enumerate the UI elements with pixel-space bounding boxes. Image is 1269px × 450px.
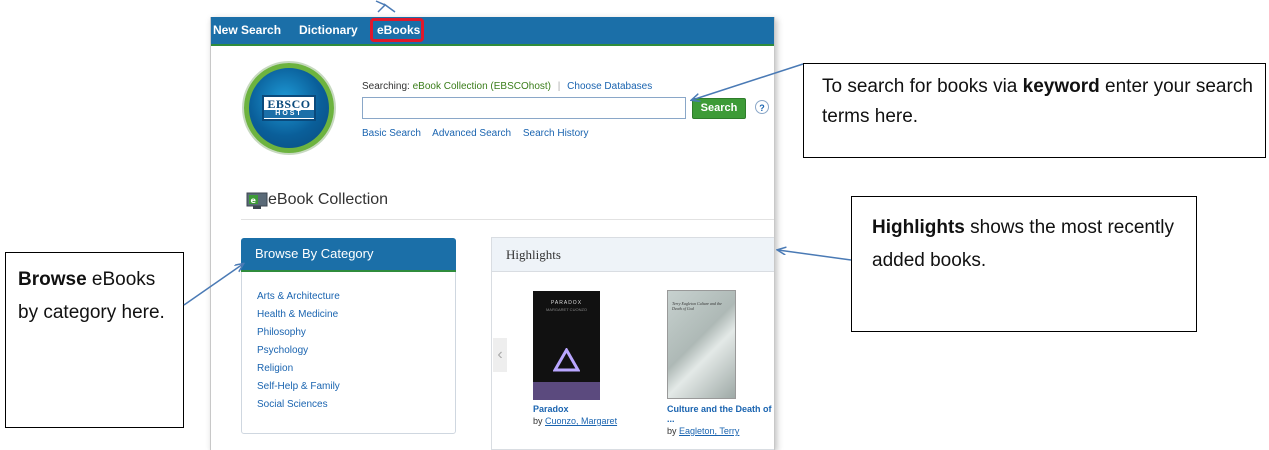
cover-title: Terry Eagleton Culture and the Death of … xyxy=(672,301,722,311)
callout-search: To search for books via keyword enter yo… xyxy=(803,63,1266,158)
ebook-icon: e xyxy=(246,192,268,209)
arrow-to-highlights xyxy=(778,250,852,261)
callout-bold: Browse xyxy=(18,269,87,290)
book-cover-culture[interactable]: Terry Eagleton Culture and the Death of … xyxy=(667,290,736,399)
book-byline: by Cuonzo, Margaret xyxy=(533,416,617,426)
author-link[interactable]: Eagleton, Terry xyxy=(679,426,739,436)
svg-text:e: e xyxy=(251,196,257,205)
browse-by-category-panel: Browse By Category Arts & Architecture H… xyxy=(241,238,456,434)
callout-bold: keyword xyxy=(1022,76,1100,97)
help-icon[interactable]: ? xyxy=(755,100,769,114)
callout-highlights: Highlights shows the most recently added… xyxy=(851,196,1197,332)
searching-line: Searching: eBook Collection (EBSCOhost) … xyxy=(362,81,652,92)
advanced-search-link[interactable]: Advanced Search xyxy=(432,128,511,139)
ebsco-screenshot: New Search Dictionary eBooks EBSCO HOST … xyxy=(210,17,775,450)
carousel-prev-button[interactable]: ‹ xyxy=(493,338,507,372)
category-item[interactable]: Religion xyxy=(257,360,340,378)
choose-databases-link[interactable]: Choose Databases xyxy=(567,81,652,92)
database-name: eBook Collection (EBSCOhost) xyxy=(412,81,551,92)
book-cover-paradox[interactable]: PARADOX MARGARET CUONZO xyxy=(533,291,600,400)
search-mode-links: Basic Search Advanced Search Search Hist… xyxy=(362,128,597,139)
book-byline: by Eagleton, Terry xyxy=(667,426,739,436)
category-item[interactable]: Self-Help & Family xyxy=(257,378,340,396)
highlights-heading: Highlights xyxy=(492,238,774,272)
basic-search-link[interactable]: Basic Search xyxy=(362,128,421,139)
ebooks-highlight-box xyxy=(370,18,424,42)
book-title-link[interactable]: Paradox xyxy=(533,404,613,414)
nav-new-search[interactable]: New Search xyxy=(213,23,281,37)
category-item[interactable]: Health & Medicine xyxy=(257,306,340,324)
divider xyxy=(241,219,774,220)
browse-heading: Browse By Category xyxy=(241,238,456,272)
by-label: by xyxy=(533,416,543,426)
top-nav-bar: New Search Dictionary eBooks xyxy=(211,17,774,46)
callout-text: To search for books via xyxy=(822,76,1023,97)
searching-label: Searching: xyxy=(362,81,410,92)
by-label: by xyxy=(667,426,677,436)
book-title-link[interactable]: Culture and the Death of ... xyxy=(667,404,772,424)
callout-bold: Highlights xyxy=(872,217,965,238)
cover-strip xyxy=(533,382,600,400)
nav-dictionary[interactable]: Dictionary xyxy=(299,23,358,37)
category-item[interactable]: Arts & Architecture xyxy=(257,288,340,306)
logo-text-ebsco: EBSCO xyxy=(267,97,311,111)
category-item[interactable]: Social Sciences xyxy=(257,396,340,414)
arrow-to-ebooks xyxy=(383,3,396,13)
arrowhead xyxy=(375,0,387,13)
cover-author: MARGARET CUONZO xyxy=(545,307,588,312)
ebsco-logo: EBSCO HOST xyxy=(244,63,334,153)
triangle-logo-icon xyxy=(553,348,580,372)
search-history-link[interactable]: Search History xyxy=(523,128,589,139)
category-item[interactable]: Psychology xyxy=(257,342,340,360)
collection-title: eBook Collection xyxy=(268,191,389,208)
search-input[interactable] xyxy=(362,97,686,119)
author-link[interactable]: Cuonzo, Margaret xyxy=(545,416,617,426)
category-list: Arts & Architecture Health & Medicine Ph… xyxy=(257,288,340,414)
cover-title: PARADOX xyxy=(550,300,583,306)
logo-text-host: HOST xyxy=(264,110,314,118)
separator: | xyxy=(557,81,561,92)
search-button[interactable]: Search xyxy=(692,98,746,119)
callout-browse: Browse eBooks by category here. xyxy=(5,252,184,428)
category-item[interactable]: Philosophy xyxy=(257,324,340,342)
